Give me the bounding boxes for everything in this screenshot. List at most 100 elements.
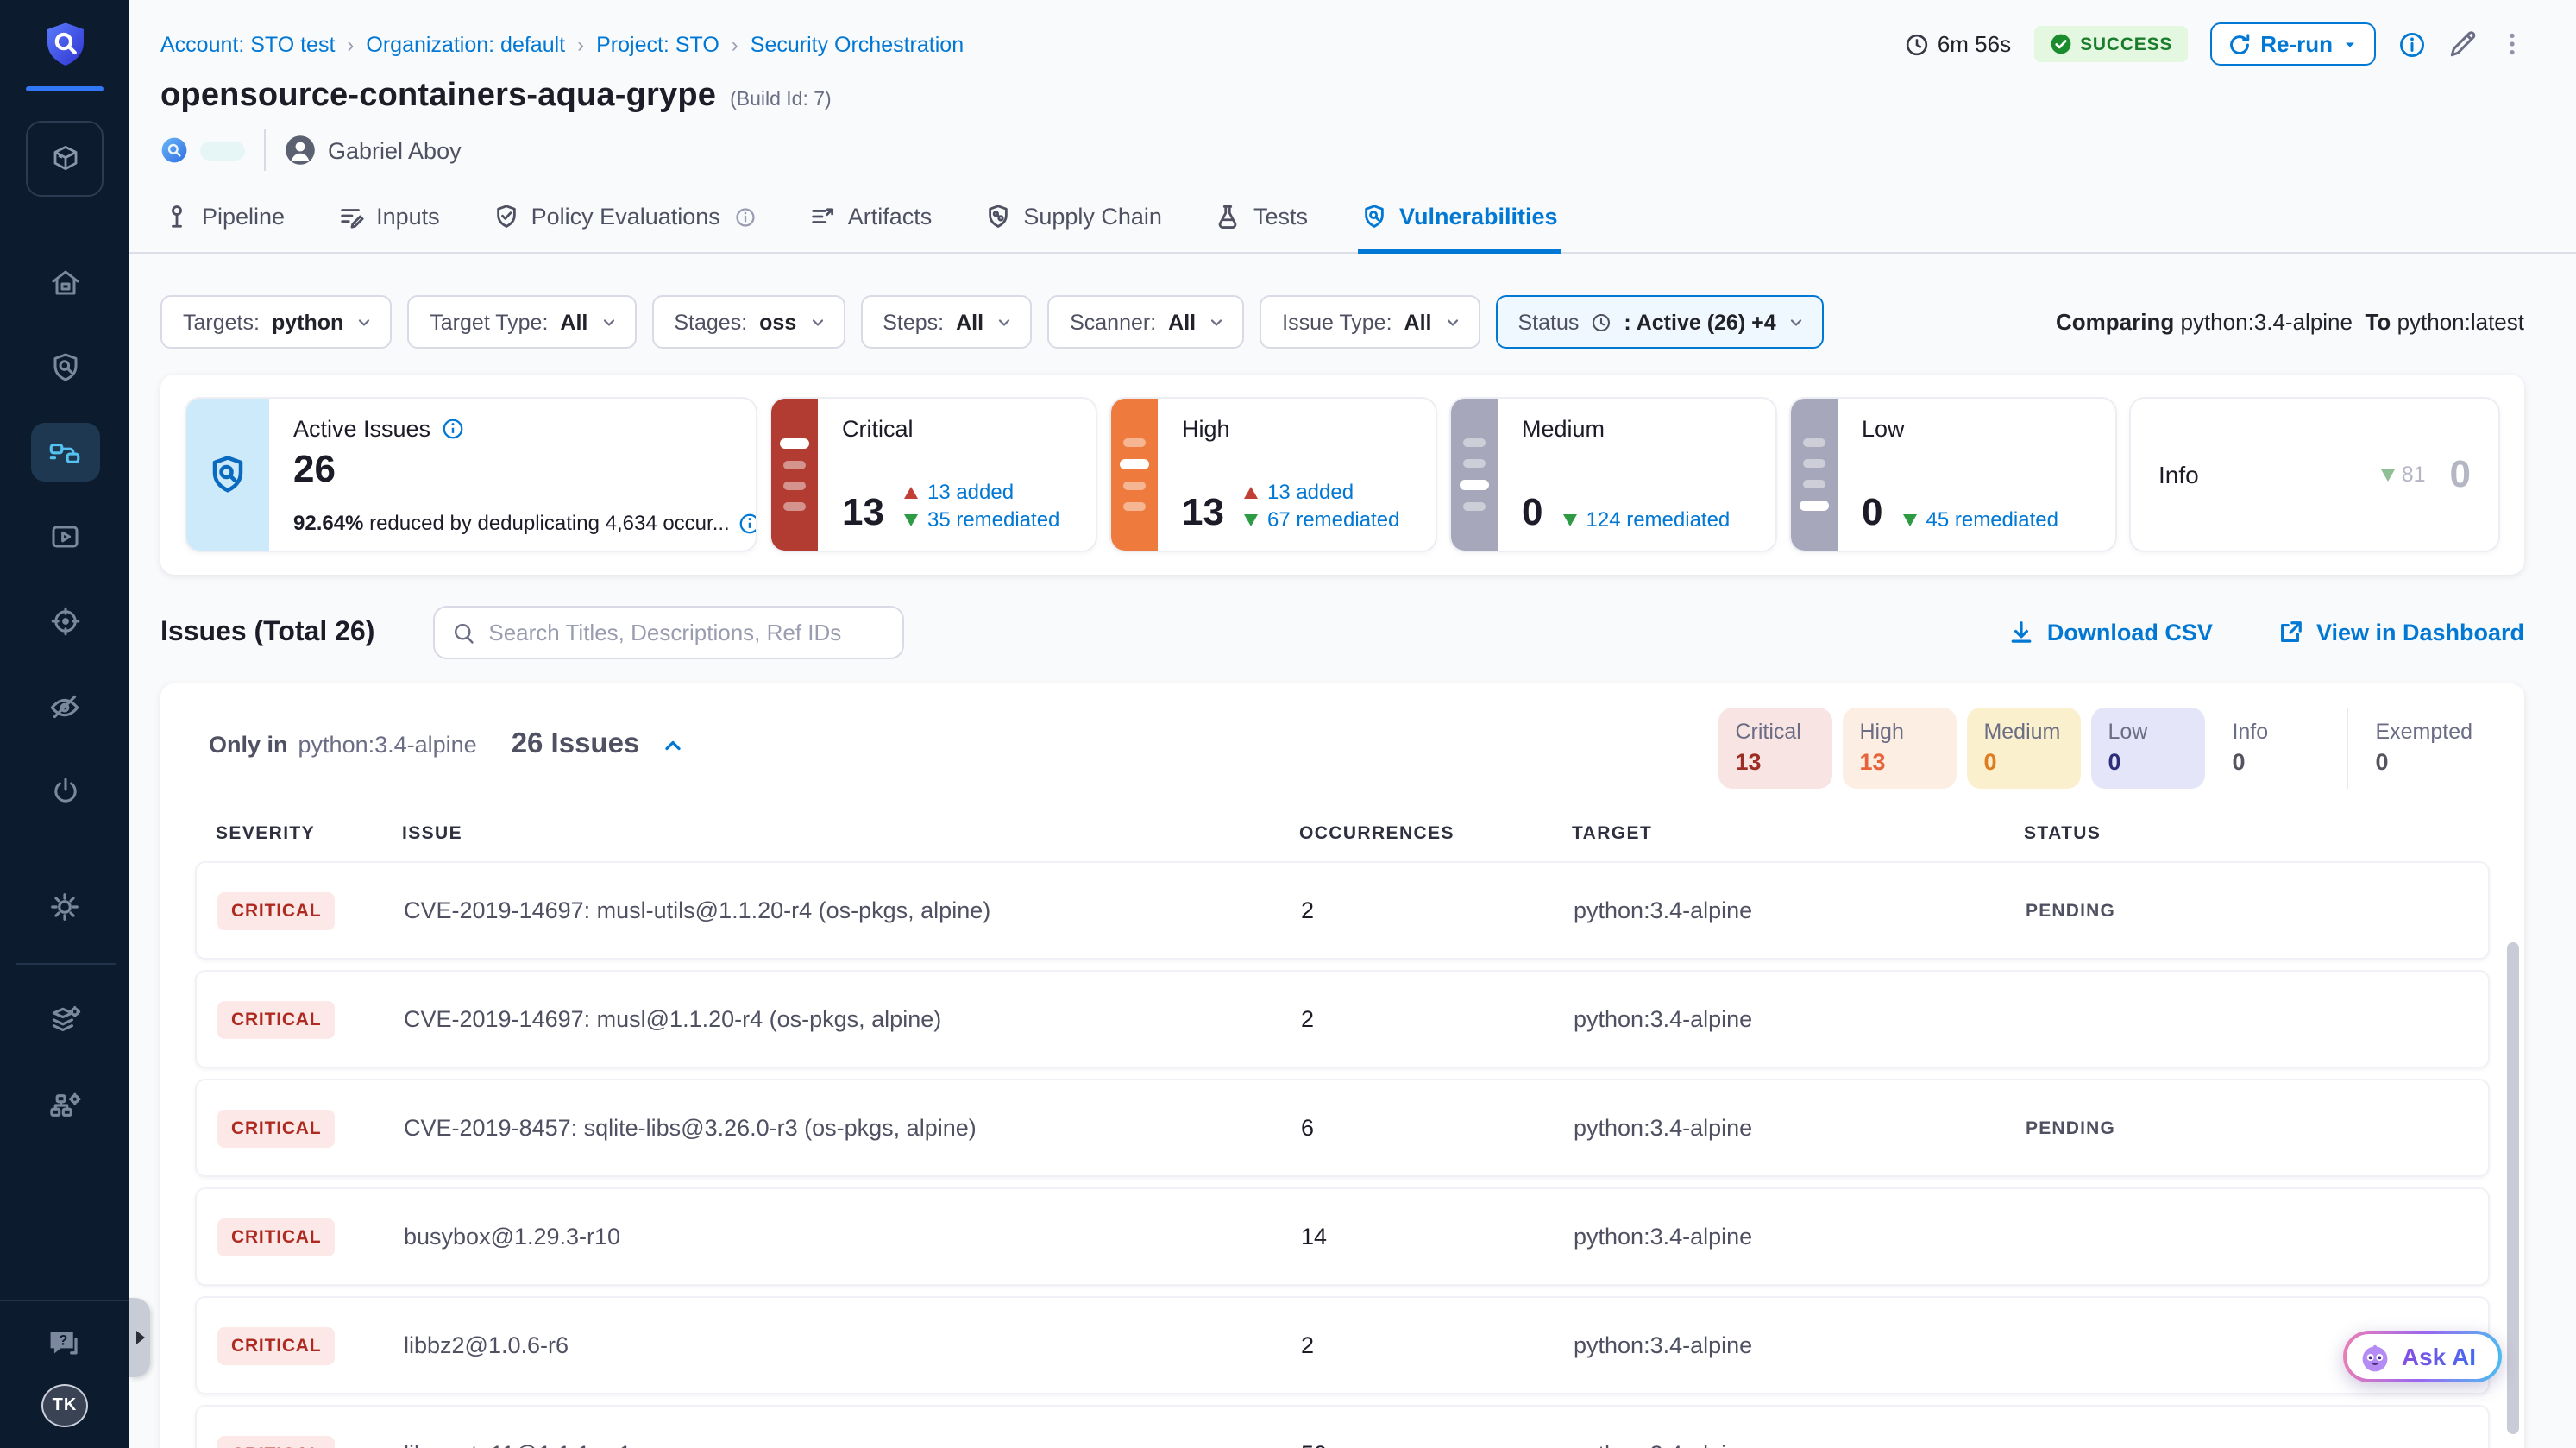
chip-high[interactable]: High 13 (1842, 708, 1956, 789)
issues-header: Issues (Total 26) Download CSV View in D… (160, 606, 2524, 659)
tab-supply-chain[interactable]: Supply Chain (982, 186, 1165, 254)
high-card[interactable]: High 13 13 added 67 remediated (1111, 399, 1436, 551)
critical-added[interactable]: 13 added (927, 480, 1014, 504)
trigger-author-name[interactable]: Gabriel Aboy (328, 137, 462, 163)
sidebar-item-pipelines[interactable] (30, 423, 99, 482)
issue-title[interactable]: CVE-2019-8457: sqlite-libs@3.26.0-r3 (os… (404, 1115, 1301, 1141)
chevron-up-icon[interactable] (660, 733, 684, 757)
breadcrumb-account[interactable]: Account: STO test (160, 32, 335, 56)
active-issues-card[interactable]: Active Issues 26 92.64% reduced by dedup… (186, 399, 756, 551)
rerun-button[interactable]: Re-run (2210, 22, 2376, 66)
low-remediated[interactable]: 45 remediated (1926, 507, 2058, 532)
tab-artifacts[interactable]: Artifacts (807, 186, 936, 254)
download-csv-button[interactable]: Download CSV (2009, 620, 2213, 645)
filter-steps[interactable]: Steps: All (860, 295, 1032, 349)
active-issues-strip (186, 399, 269, 551)
sidebar-item-scans[interactable] (30, 338, 99, 397)
critical-strip (771, 399, 818, 551)
sidebar-item-targets[interactable] (30, 592, 99, 651)
tab-pipeline[interactable]: Pipeline (160, 186, 288, 254)
remediated-down-icon (905, 513, 919, 526)
left-nav-sidebar: ? TK (0, 0, 129, 1448)
breadcrumb-org[interactable]: Organization: default (366, 32, 565, 56)
view-in-dashboard-button[interactable]: View in Dashboard (2278, 620, 2524, 645)
medium-label: Medium (1522, 416, 1605, 442)
chip-label: Exempted (2375, 720, 2472, 744)
sidebar-item-baselines[interactable] (30, 677, 99, 735)
low-card[interactable]: Low 0 45 remediated (1791, 399, 2115, 551)
issue-title[interactable]: libcrypto11@1.1.1a-r1 (404, 1441, 1301, 1448)
chip-count: 0 (2108, 749, 2187, 775)
tab-policy-evaluations[interactable]: Policy Evaluations (490, 186, 760, 254)
table-row[interactable]: CRITICAL CVE-2019-14697: musl-utils@1.1.… (195, 861, 2490, 960)
remediated-down-icon (1245, 513, 1259, 526)
chip-medium[interactable]: Medium 0 (1966, 708, 2080, 789)
breadcrumb-module[interactable]: Security Orchestration (751, 32, 964, 56)
user-avatar[interactable]: TK (41, 1384, 88, 1427)
filter-status[interactable]: Status : Active (26) +4 (1496, 295, 1825, 349)
issue-title[interactable]: CVE-2019-14697: musl-utils@1.1.20-r4 (os… (404, 897, 1301, 923)
medium-card[interactable]: Medium 0 124 remediated (1451, 399, 1775, 551)
filter-scanner[interactable]: Scanner: All (1047, 295, 1244, 349)
module-selector-button[interactable] (26, 121, 104, 197)
filter-target-type[interactable]: Target Type: All (407, 295, 636, 349)
table-row[interactable]: CRITICAL CVE-2019-8457: sqlite-libs@3.26… (195, 1079, 2490, 1177)
tab-inputs[interactable]: Inputs (335, 186, 443, 254)
info-card[interactable]: Info 81 0 (2131, 399, 2498, 551)
sidebar-item-getting-started[interactable] (30, 761, 99, 820)
nav-active-underline (26, 86, 104, 91)
table-row[interactable]: CRITICAL busybox@1.29.3-r10 14 python:3.… (195, 1187, 2490, 1286)
download-icon (2009, 620, 2035, 645)
info-button[interactable] (2398, 30, 2426, 58)
sto-shield-logo[interactable] (39, 19, 91, 71)
severity-badge: CRITICAL (217, 1326, 335, 1364)
chip-low[interactable]: Low 0 (2090, 708, 2204, 789)
high-added[interactable]: 13 added (1267, 480, 1354, 504)
high-remediated[interactable]: 67 remediated (1267, 507, 1399, 532)
info-icon[interactable] (441, 418, 463, 440)
table-row[interactable]: CRITICAL CVE-2019-14697: musl@1.1.20-r4 … (195, 970, 2490, 1068)
group-header[interactable]: Only in python:3.4-alpine 26 Issues (195, 708, 684, 761)
shield-check-icon (493, 204, 519, 230)
issues-title: Issues (Total 26) (160, 617, 374, 648)
refresh-icon (2227, 32, 2252, 56)
edit-pipeline-button[interactable] (2448, 29, 2478, 59)
sidebar-expand-handle[interactable] (129, 1298, 150, 1377)
help-chat-button[interactable]: ? (44, 1325, 85, 1363)
tab-tests[interactable]: Tests (1212, 186, 1311, 254)
table-row[interactable]: CRITICAL libbz2@1.0.6-r6 2 python:3.4-al… (195, 1296, 2490, 1394)
medium-remediated[interactable]: 124 remediated (1586, 507, 1731, 532)
more-options-button[interactable] (2500, 29, 2524, 59)
search-input[interactable] (488, 620, 885, 645)
table-row[interactable]: CRITICAL libcrypto11@1.1.1a-r1 50 python… (195, 1405, 2490, 1448)
issues-search[interactable] (433, 606, 904, 659)
critical-remediated[interactable]: 35 remediated (927, 507, 1059, 532)
info-icon[interactable] (738, 512, 756, 534)
issue-title[interactable]: CVE-2019-14697: musl@1.1.20-r4 (os-pkgs,… (404, 1006, 1301, 1032)
issues-scrollbar[interactable] (2507, 942, 2519, 1434)
breadcrumb-project[interactable]: Project: STO (596, 32, 719, 56)
issues-table-header: SEVERITY ISSUE OCCURRENCES TARGET STATUS (195, 816, 2490, 861)
sidebar-item-executions[interactable] (30, 507, 99, 566)
chip-exempted[interactable]: Exempted 0 (2346, 708, 2490, 789)
filter-stages[interactable]: Stages: oss (651, 295, 845, 349)
sidebar-item-default-settings[interactable] (30, 991, 99, 1049)
sidebar-bottom-divider (0, 1300, 129, 1301)
issue-title[interactable]: busybox@1.29.3-r10 (404, 1224, 1301, 1250)
chip-critical[interactable]: Critical 13 (1718, 708, 1831, 789)
target-icon (47, 604, 82, 639)
col-issue: ISSUE (402, 823, 1299, 844)
chip-info[interactable]: Info 0 (2215, 708, 2328, 789)
sidebar-item-org-settings[interactable] (30, 1075, 99, 1134)
sidebar-item-home[interactable] (30, 254, 99, 312)
filter-issue-type[interactable]: Issue Type: All (1260, 295, 1480, 349)
low-strip (1791, 399, 1838, 551)
tab-vulnerabilities[interactable]: Vulnerabilities (1358, 186, 1561, 254)
issue-title[interactable]: libbz2@1.0.6-r6 (404, 1332, 1301, 1358)
ask-ai-button[interactable]: Ask AI (2343, 1331, 2502, 1382)
breadcrumb-separator: › (577, 32, 584, 56)
critical-card[interactable]: Critical 13 13 added 35 remediated (771, 399, 1096, 551)
sidebar-item-settings[interactable] (30, 877, 99, 935)
filter-targets[interactable]: Targets: python (160, 295, 392, 349)
supply-chain-icon (985, 204, 1011, 230)
